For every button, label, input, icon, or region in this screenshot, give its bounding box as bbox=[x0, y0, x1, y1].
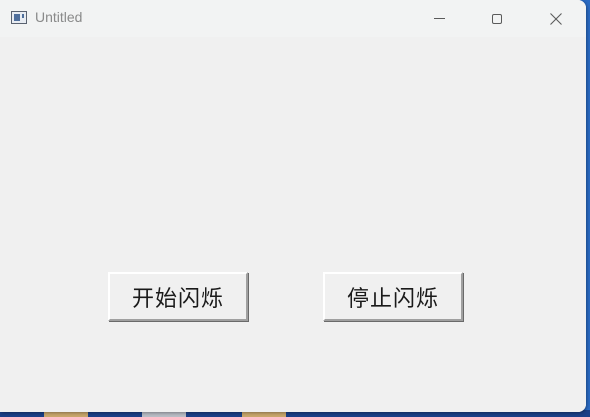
app-window: Untitled 开始闪烁 停止闪烁 bbox=[0, 0, 586, 412]
client-area: 开始闪烁 停止闪烁 bbox=[0, 37, 586, 412]
stop-blink-button[interactable]: 停止闪烁 bbox=[323, 272, 463, 321]
close-icon bbox=[550, 12, 562, 25]
minimize-icon bbox=[433, 18, 445, 19]
app-icon bbox=[11, 11, 27, 24]
maximize-button[interactable] bbox=[468, 0, 526, 37]
title-bar[interactable]: Untitled bbox=[0, 0, 586, 37]
close-button[interactable] bbox=[527, 0, 585, 37]
minimize-button[interactable] bbox=[410, 0, 468, 37]
start-blink-button[interactable]: 开始闪烁 bbox=[108, 272, 248, 321]
window-title: Untitled bbox=[35, 9, 83, 25]
maximize-icon bbox=[492, 13, 502, 24]
